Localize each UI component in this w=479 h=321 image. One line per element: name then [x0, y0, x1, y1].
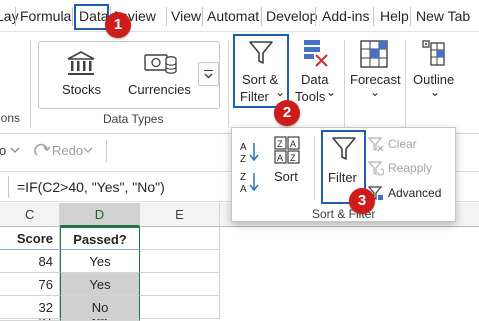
outline-button[interactable]: Outline ⌄	[410, 34, 458, 108]
sort-dialog-icon: Z A A Z	[274, 136, 300, 164]
column-header-e[interactable]: E	[140, 203, 220, 227]
sort-filter-dropdown: A Z Z A Z A A Z Sort Filter Clear Reappl…	[231, 127, 456, 222]
tab-add-ins[interactable]: Add-ins	[322, 0, 369, 32]
sort-label: Sort	[274, 169, 298, 184]
forecast-button[interactable]: Forecast ⌄	[348, 34, 401, 108]
column-header-d[interactable]: D	[60, 203, 140, 227]
data-tools-label-line2: Tools	[295, 89, 326, 104]
header-cell-passed[interactable]: Passed?	[60, 227, 140, 250]
svg-text:Z: Z	[290, 153, 296, 163]
cell-e3[interactable]	[140, 273, 220, 296]
svg-text:A: A	[277, 153, 283, 163]
forecast-sheet-icon	[360, 40, 388, 68]
svg-text:Z: Z	[240, 154, 246, 164]
currencies-button[interactable]	[138, 49, 182, 83]
sort-a-to-z-button[interactable]: A Z	[240, 140, 262, 165]
currencies-label: Currencies	[128, 82, 191, 97]
svg-text:A: A	[240, 184, 247, 194]
cell-e1[interactable]	[140, 227, 220, 250]
undo-dropdown-icon[interactable]	[10, 146, 20, 154]
bank-icon	[67, 51, 95, 75]
svg-text:Z: Z	[240, 172, 246, 183]
svg-text:A: A	[290, 139, 296, 149]
advanced-label: Advanced	[388, 186, 442, 200]
data-tools-icon	[304, 40, 328, 67]
outline-chevron-icon: ⌄	[430, 85, 441, 99]
clear-filter-icon	[368, 137, 384, 152]
data-tools-chevron-icon: ⌄	[326, 85, 337, 99]
currency-icon	[144, 54, 177, 74]
clear-label: Clear	[388, 137, 417, 151]
ribbon-body: ions Stocks Currencies Data Types Sort &…	[0, 32, 479, 134]
cell-e4[interactable]	[140, 296, 220, 319]
data-tools-label-line1: Data	[301, 72, 329, 87]
undo-label[interactable]: o	[0, 143, 6, 158]
sort-z-a-icon: Z A	[240, 172, 259, 195]
redo-icon[interactable]	[34, 142, 50, 158]
column-header-c[interactable]: C	[0, 203, 60, 227]
step-badge-2: 2	[274, 100, 300, 126]
sort-a-z-icon: A Z	[240, 142, 259, 165]
stocks-label: Stocks	[62, 82, 102, 97]
step-badge-3: 3	[349, 188, 375, 214]
table-row-passed[interactable]: No	[60, 296, 140, 319]
outline-icon	[422, 40, 445, 66]
sort-button[interactable]: Z A A Z Sort	[268, 136, 304, 186]
cell-e2[interactable]	[140, 250, 220, 273]
data-types-group-label: Data Types	[103, 112, 164, 126]
tab-formulas[interactable]: Formula	[20, 0, 71, 32]
data-tab-highlight	[74, 4, 109, 30]
sort-filter-highlight	[233, 34, 289, 108]
table-row-score[interactable]: 76	[0, 273, 60, 296]
table-row-passed[interactable]: Yes	[60, 250, 140, 273]
table-row-score[interactable]: 32	[0, 296, 60, 319]
clear-filter-button[interactable]: Clear	[368, 136, 448, 154]
advanced-filter-button[interactable]: Advanced	[368, 185, 452, 203]
step-badge-1: 1	[105, 12, 131, 38]
tab-developer[interactable]: Develop	[266, 0, 317, 32]
svg-text:A: A	[240, 142, 247, 153]
forecast-chevron-icon: ⌄	[370, 85, 381, 99]
table-row-passed[interactable]: Yes	[60, 273, 140, 296]
table-row-score[interactable]: 84	[0, 250, 60, 273]
formula-input[interactable]: =IF(C2>40, "Yes", "No")	[17, 179, 165, 195]
data-types-more-button[interactable]	[198, 62, 219, 86]
reapply-button[interactable]: Reapply	[368, 160, 448, 178]
chevron-down-icon	[204, 73, 213, 79]
header-cell-score[interactable]: Score	[0, 227, 60, 250]
redo-label[interactable]: Redo	[52, 143, 83, 158]
svg-text:Z: Z	[277, 139, 283, 149]
partial-group-label: ions	[0, 111, 21, 125]
tab-view[interactable]: View	[171, 0, 201, 32]
tab-help[interactable]: Help	[380, 0, 409, 32]
sort-z-to-a-button[interactable]: Z A	[240, 170, 262, 195]
reapply-label: Reapply	[388, 161, 433, 175]
ribbon-tab-bar: Lay Formula Data Review View Automat Dev…	[0, 0, 479, 32]
tab-automate[interactable]: Automat	[207, 0, 259, 32]
redo-dropdown-icon[interactable]	[83, 146, 93, 154]
data-tools-button[interactable]: Data Tools ⌄	[292, 34, 338, 108]
reapply-icon	[368, 161, 384, 176]
tab-new-tab[interactable]: New Tab	[416, 0, 470, 32]
